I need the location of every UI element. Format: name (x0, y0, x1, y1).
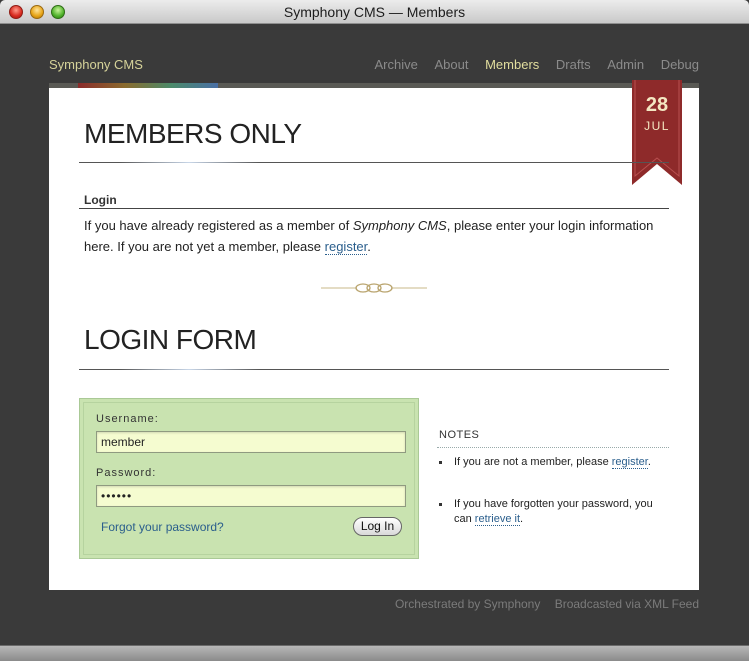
intro-paragraph: If you have already registered as a memb… (84, 218, 654, 255)
window-titlebar: Symphony CMS — Members (0, 0, 749, 24)
date-month: JUL (644, 119, 670, 133)
nav-item-debug[interactable]: Debug (661, 57, 699, 72)
window-title: Symphony CMS — Members (283, 4, 466, 20)
retrieve-password-link[interactable]: retrieve it (474, 513, 521, 526)
username-label: Username: (96, 413, 159, 425)
members-heading-rule (79, 162, 669, 163)
note-item-register: If you are not a member, please register… (439, 455, 671, 470)
site-footer: Orchestrated by Symphony Broadcasted via… (384, 597, 699, 611)
note-item-retrieve: If you have forgotten your password, you… (439, 497, 671, 527)
login-form-heading: LOGIN FORM (84, 324, 257, 355)
nav-item-archive[interactable]: Archive (375, 57, 418, 72)
bullet-icon (439, 503, 442, 506)
password-label: Password: (96, 467, 157, 479)
password-input[interactable]: •••••• (96, 485, 406, 507)
notes-register-link[interactable]: register (611, 456, 648, 469)
site-name-link[interactable]: Symphony CMS (49, 57, 143, 72)
login-subheading-rule (79, 208, 669, 209)
username-input[interactable]: member (96, 431, 406, 453)
window-bottom-bar (0, 645, 749, 661)
footer-credit-link[interactable]: Orchestrated by Symphony (395, 597, 540, 611)
main-nav: Archive About Members Drafts Admin Debug (362, 57, 700, 72)
date-ribbon: 28 JUL (632, 80, 682, 185)
login-button[interactable]: Log In (353, 517, 402, 536)
footer-feed-link[interactable]: Broadcasted via XML Feed (555, 597, 699, 611)
date-day: 28 (645, 94, 669, 116)
members-heading: MEMBERS ONLY (84, 118, 302, 149)
nav-item-drafts[interactable]: Drafts (556, 57, 591, 72)
forgot-password-link[interactable]: Forgot your password? (101, 520, 224, 534)
login-form-heading-rule (79, 369, 669, 370)
notes-rule (437, 447, 669, 448)
nav-item-admin[interactable]: Admin (607, 57, 644, 72)
site-name-emphasis: Symphony CMS (352, 218, 447, 233)
nav-item-members[interactable]: Members (485, 57, 539, 72)
register-link[interactable]: register (324, 239, 368, 255)
bullet-icon (439, 461, 442, 464)
login-subheading: Login (84, 193, 117, 207)
nav-item-about[interactable]: About (434, 57, 468, 72)
divider-flourish-icon (321, 283, 427, 293)
notes-heading: NOTES (439, 429, 480, 441)
